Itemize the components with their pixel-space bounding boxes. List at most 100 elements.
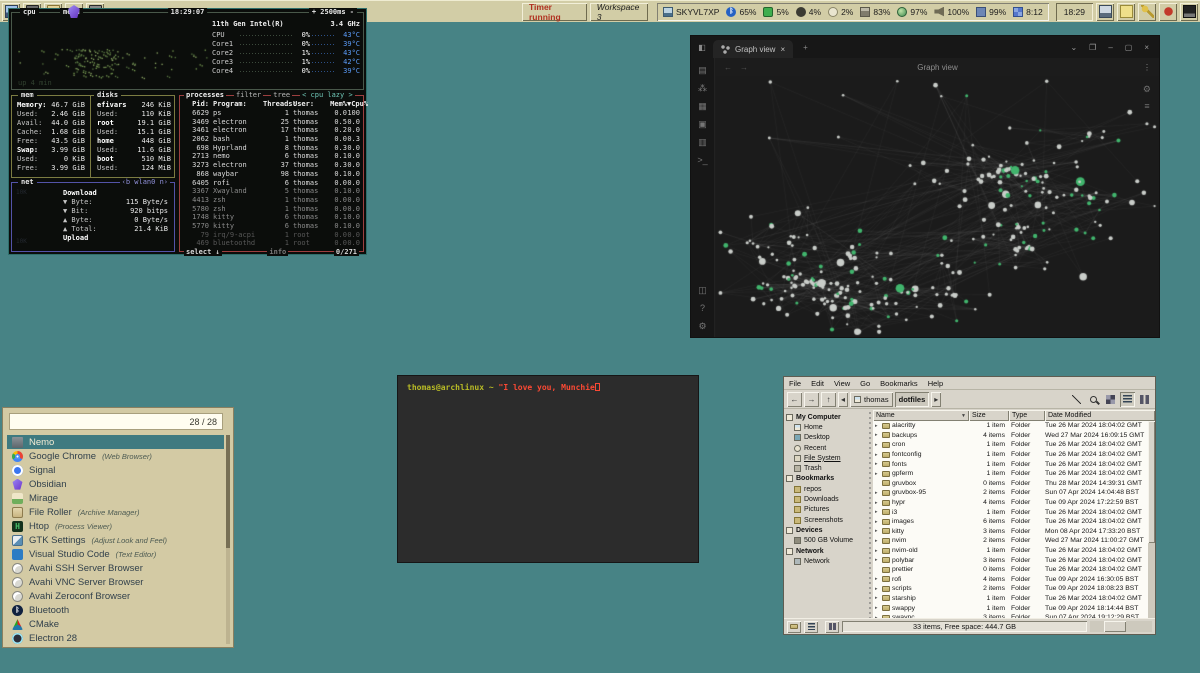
path-scroll-right-button[interactable]: ▸ [931, 392, 941, 407]
quick-action-button[interactable] [1138, 3, 1156, 21]
dual-pane-button[interactable] [1137, 392, 1152, 407]
expand-arrow-icon[interactable]: ▸ [875, 576, 880, 582]
launcher-item[interactable]: Signal [7, 463, 224, 477]
launcher-item[interactable]: Avahi VNC Server Browser [7, 575, 224, 589]
process-sort-control[interactable]: < cpu lazy > [300, 91, 355, 99]
expand-arrow-icon[interactable]: ▸ [875, 605, 880, 611]
launcher-item[interactable]: Avahi SSH Server Browser [7, 561, 224, 575]
refresh-interval-control[interactable]: + 2500ms - [309, 8, 357, 16]
process-row[interactable]: 868 waybar 98 thomas 0.1 0.0 [180, 170, 363, 179]
file-row[interactable]: ▸ cron 1 item Folder Tue 26 Mar 2024 18:… [873, 440, 1155, 450]
file-row[interactable]: ▸ rofi 4 items Folder Tue 09 Apr 2024 16… [873, 575, 1155, 585]
horizontal-scrollbar[interactable] [1090, 621, 1152, 632]
help-icon[interactable]: ? [695, 302, 711, 315]
icon-view-button[interactable] [1103, 392, 1118, 407]
launcher-item[interactable]: Visual Studio Code (Text Editor) [7, 547, 224, 561]
launcher-item[interactable]: File Roller (Archive Manager) [7, 505, 224, 519]
tray-item[interactable]: 97% [897, 7, 927, 17]
launcher-item[interactable]: GTK Settings (Adjust Look and Feel) [7, 533, 224, 547]
cpu-box-label[interactable]: cpu [20, 8, 39, 16]
kitty-terminal-window[interactable]: thomas@archlinux ~ "I love you, Munchie [397, 375, 699, 563]
detailed-list-view-button[interactable] [1120, 392, 1135, 407]
expand-arrow-icon[interactable]: ▸ [875, 442, 880, 448]
tray-item[interactable]: 99% [976, 7, 1006, 17]
process-info-hint[interactable]: info [267, 248, 288, 256]
expand-arrow-icon[interactable]: ▸ [875, 548, 880, 554]
launcher-scrollbar[interactable] [226, 435, 230, 644]
processes-box-label[interactable]: processes [184, 91, 226, 99]
launcher-item[interactable]: CMake [7, 618, 224, 632]
process-row[interactable]: 79 irq/9-acpi 1 root 0.0 0.0 [180, 230, 363, 239]
taskbar-clock[interactable]: 18:29 [1056, 3, 1093, 21]
process-row[interactable]: 469 bluetoothd 1 root 0.0 0.0 [180, 239, 363, 248]
file-row[interactable]: ▸ i3 1 item Folder Tue 26 Mar 2024 18:04… [873, 507, 1155, 517]
graph-view-area[interactable]: ⚙ ≡ [716, 76, 1159, 337]
more-options-icon[interactable]: ⋮ [1143, 63, 1159, 72]
process-row[interactable]: 5780 zsh 1 thomas 0.0 0.0 [180, 204, 363, 213]
launcher-item[interactable]: Bluetooth [7, 604, 224, 618]
process-select-hint[interactable]: select ↓ [184, 248, 222, 256]
sidebar-item[interactable]: Pictures [786, 505, 868, 515]
graph-filter-icon[interactable]: ≡ [1143, 101, 1151, 111]
file-row[interactable]: ▸ gpferm 1 item Folder Tue 26 Mar 2024 1… [873, 469, 1155, 479]
tray-item[interactable]: 83% [860, 7, 890, 17]
sidebar-item[interactable]: Recent [786, 443, 868, 453]
file-row[interactable]: ▸ fontconfig 1 item Folder Tue 26 Mar 20… [873, 450, 1155, 460]
launcher-item[interactable]: Electron 28 [7, 632, 224, 646]
vault-switcher-icon[interactable]: ◫ [695, 284, 711, 297]
file-row[interactable]: ▸ gruvbox-95 2 items Folder Sun 07 Apr 2… [873, 488, 1155, 498]
jump-to-button[interactable] [1069, 392, 1084, 407]
sidebar-item[interactable]: File System [786, 453, 868, 463]
process-row[interactable]: 3461 electron 17 thomas 0.2 0.0 [180, 126, 363, 135]
file-row[interactable]: ▸ alacritty 1 item Folder Tue 26 Mar 202… [873, 421, 1155, 431]
daily-note-icon[interactable]: ▣ [695, 118, 711, 131]
panel-layout-icon[interactable]: ❐ [1089, 43, 1096, 52]
expand-arrow-icon[interactable]: ▸ [875, 423, 880, 429]
workspace-indicator-button[interactable]: Workspace 3 [590, 3, 648, 21]
disks-box-label[interactable]: disks [94, 91, 121, 99]
expand-arrow-icon[interactable]: ▸ [875, 519, 880, 525]
close-button[interactable]: × [1144, 43, 1149, 52]
path-home-button[interactable]: thomas [850, 392, 893, 407]
launcher-search-input[interactable]: 28 / 28 [9, 413, 223, 430]
graph-canvas[interactable] [716, 76, 1159, 337]
expand-arrow-icon[interactable]: ▸ [875, 500, 880, 506]
quick-switcher-icon[interactable]: ▤ [695, 64, 711, 77]
sidebar-item[interactable]: 500 GB Volume [786, 536, 868, 546]
expand-arrow-icon[interactable]: ▸ [875, 471, 880, 477]
tray-item[interactable]: SKYVL7XP [663, 7, 719, 17]
show-hidden-button[interactable] [804, 621, 818, 633]
process-row[interactable]: 6405 rofi 6 thomas 0.0 0.0 [180, 178, 363, 187]
tab-close-icon[interactable]: × [780, 45, 785, 54]
sidebar-item[interactable]: My Computer [786, 412, 868, 422]
process-tree-button[interactable]: tree [271, 91, 292, 99]
expand-arrow-icon[interactable]: ▸ [875, 490, 880, 496]
launcher-item[interactable]: Htop (Process Viewer) [7, 519, 224, 533]
menu-item[interactable]: Go [860, 379, 870, 388]
sidebar-toggle-icon[interactable]: ◧ [691, 43, 713, 52]
file-row[interactable]: gruvbox 0 items Folder Thu 28 Mar 2024 1… [873, 479, 1155, 489]
search-button[interactable] [1086, 392, 1101, 407]
expand-arrow-icon[interactable]: ▸ [875, 452, 880, 458]
path-current-button[interactable]: dotfiles [895, 392, 930, 407]
launcher-item[interactable]: Obsidian [7, 477, 224, 491]
expand-arrow-icon[interactable]: ▸ [875, 538, 880, 544]
maximize-button[interactable]: ▢ [1125, 43, 1133, 52]
menu-item[interactable]: Help [928, 379, 943, 388]
file-row[interactable]: ▸ nvim-old 1 item Folder Tue 26 Mar 2024… [873, 546, 1155, 556]
sidebar-item[interactable]: repos [786, 484, 868, 494]
file-row[interactable]: ▸ swappy 1 item Folder Tue 09 Apr 2024 1… [873, 603, 1155, 613]
graph-settings-gear-icon[interactable]: ⚙ [1143, 84, 1151, 95]
sidebar-item[interactable]: Downloads [786, 494, 868, 504]
expand-arrow-icon[interactable]: ▸ [875, 461, 880, 467]
expand-arrow-icon[interactable]: ▸ [875, 528, 880, 534]
new-tab-button[interactable]: + [803, 43, 808, 52]
expand-arrow-icon[interactable]: ▸ [875, 586, 880, 592]
launcher-item[interactable]: Mirage [7, 491, 224, 505]
tray-item[interactable]: 5% [763, 7, 788, 17]
settings-gear-icon[interactable]: ⚙ [695, 320, 711, 333]
file-list-vertical-scrollbar[interactable] [1148, 421, 1155, 618]
expand-arrow-icon[interactable]: ▸ [875, 509, 880, 515]
process-row[interactable]: 3273 electron 37 thomas 0.3 0.0 [180, 161, 363, 170]
tray-item[interactable]: 2% [828, 7, 853, 17]
